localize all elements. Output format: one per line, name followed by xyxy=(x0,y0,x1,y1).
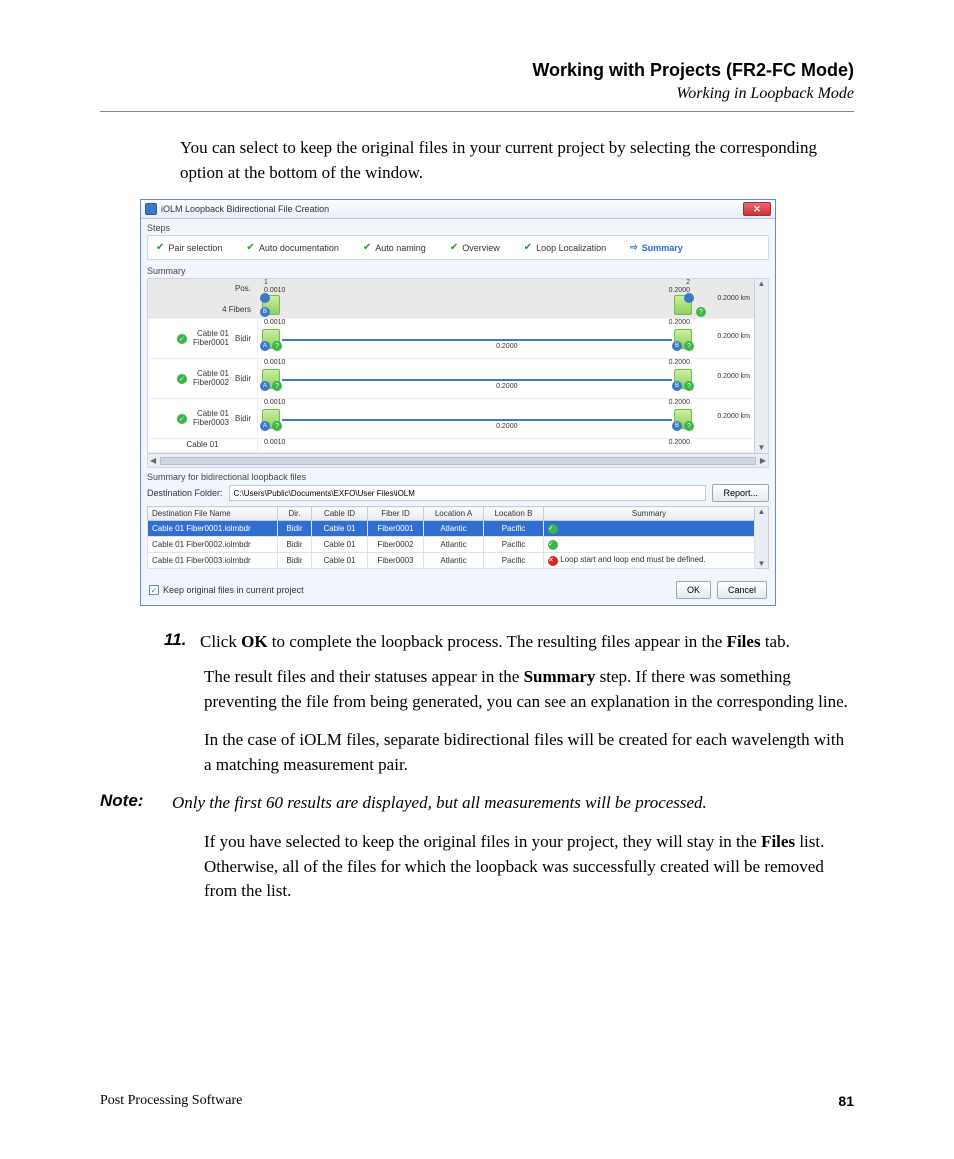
endpoint-b-icon: B xyxy=(672,421,682,431)
endpoint-a-icon: A xyxy=(260,421,270,431)
status-ok-icon: ? xyxy=(684,421,694,431)
fiber-row-label: ✓ Cable 01 Fiber0002 Bidir xyxy=(148,359,257,399)
check-icon: ✔ xyxy=(156,242,164,253)
files-table: Destination File Name Dir. Cable ID Fibe… xyxy=(147,506,755,569)
fiber-link xyxy=(282,339,672,341)
destination-folder-label: Destination Folder: xyxy=(147,488,223,498)
intro-paragraph: You can select to keep the original file… xyxy=(180,136,854,185)
section-title: Working in Loopback Mode xyxy=(100,85,854,103)
col-locb[interactable]: Location B xyxy=(484,507,544,521)
endpoint-a-icon: A xyxy=(260,381,270,391)
window-title: iOLM Loopback Bidirectional File Creatio… xyxy=(161,204,329,214)
col-filename[interactable]: Destination File Name xyxy=(148,507,278,521)
status-ok-icon: ? xyxy=(272,421,282,431)
status-ok-icon: ✓ xyxy=(177,374,187,384)
endpoint-s-icon xyxy=(684,293,694,303)
step-body: Click OK to complete the loopback proces… xyxy=(200,630,790,655)
arrow-icon: ⇨ xyxy=(630,242,638,253)
step-summary[interactable]: ⇨Summary xyxy=(630,242,683,253)
scrollbar-thumb[interactable] xyxy=(160,457,756,465)
keep-original-checkbox[interactable]: ✓ xyxy=(149,585,159,595)
status-ok-icon: ? xyxy=(272,381,282,391)
fiber-link xyxy=(282,379,672,381)
step-loop-localization[interactable]: ✔Loop Localization xyxy=(524,242,606,253)
fiber-row-label: ✓ Cable 01 Fiber0001 Bidir xyxy=(148,319,257,359)
check-icon: ✔ xyxy=(363,242,371,253)
step-paragraph: In the case of iOLM files, separate bidi… xyxy=(204,728,854,777)
status-ok-icon: ✓ xyxy=(548,524,558,534)
endpoint-b-icon: B xyxy=(672,381,682,391)
col-cable[interactable]: Cable ID xyxy=(312,507,368,521)
scroll-up-icon[interactable]: ▲ xyxy=(758,279,766,289)
scroll-right-icon[interactable]: ▶ xyxy=(760,456,766,465)
scroll-down-icon[interactable]: ▼ xyxy=(758,559,766,568)
horizontal-scrollbar[interactable]: ◀ ▶ xyxy=(148,453,768,467)
status-ok-icon: ? xyxy=(684,381,694,391)
app-icon xyxy=(145,203,157,215)
vertical-scrollbar[interactable]: ▲ ▼ xyxy=(754,279,768,453)
endpoint-b-icon: B xyxy=(672,341,682,351)
steps-group-label: Steps xyxy=(147,223,769,233)
fibers-count: 4 Fibers xyxy=(222,305,251,314)
fiber-row-label: ✓ Cable 01 Fiber0003 Bidir xyxy=(148,399,257,439)
sub-summary-label: Summary for bidirectional loopback files xyxy=(147,472,769,482)
summary-group-label: Summary xyxy=(147,266,769,276)
cancel-button[interactable]: Cancel xyxy=(717,581,767,599)
step-pair-selection[interactable]: ✔Pair selection xyxy=(156,242,222,253)
status-ok-icon: ? xyxy=(696,307,706,317)
note-body: Only the first 60 results are displayed,… xyxy=(172,791,707,816)
endpoint-a-icon: A xyxy=(260,341,270,351)
chapter-title: Working with Projects (FR2-FC Mode) xyxy=(100,60,854,81)
status-ok-icon: ? xyxy=(684,341,694,351)
check-icon: ✔ xyxy=(524,242,532,253)
close-button[interactable]: ✕ xyxy=(743,202,771,216)
table-row[interactable]: Cable 01 Fiber0001.iolmbdr Bidir Cable 0… xyxy=(148,521,755,537)
status-ok-icon: ? xyxy=(272,341,282,351)
ok-button[interactable]: OK xyxy=(676,581,711,599)
scroll-left-icon[interactable]: ◀ xyxy=(150,456,156,465)
table-row[interactable]: Cable 01 Fiber0003.iolmbdr Bidir Cable 0… xyxy=(148,553,755,569)
destination-folder-input[interactable] xyxy=(229,485,707,501)
table-row[interactable]: Cable 01 Fiber0002.iolmbdr Bidir Cable 0… xyxy=(148,537,755,553)
col-fiber[interactable]: Fiber ID xyxy=(368,507,424,521)
check-icon: ✔ xyxy=(246,242,254,253)
status-error-icon: ✕ xyxy=(548,556,558,566)
status-ok-icon: ✓ xyxy=(177,414,187,424)
window-titlebar: iOLM Loopback Bidirectional File Creatio… xyxy=(141,200,775,219)
header-rule xyxy=(100,111,854,112)
status-ok-icon: ✓ xyxy=(177,334,187,344)
fiber-link xyxy=(282,419,672,421)
fiber-row-label-partial: Cable 01 xyxy=(148,439,257,453)
body-paragraph: If you have selected to keep the origina… xyxy=(204,830,854,904)
check-icon: ✔ xyxy=(450,242,458,253)
summary-left-column: Pos. 4 Fibers ✓ Cable 01 Fiber0001 Bidir… xyxy=(148,279,258,453)
pos-label: Pos. xyxy=(235,284,251,293)
summary-panel: Pos. 4 Fibers ✓ Cable 01 Fiber0001 Bidir… xyxy=(147,278,769,468)
status-ok-icon: ✓ xyxy=(548,540,558,550)
endpoint-b-icon: B xyxy=(260,307,270,317)
note-label: Note: xyxy=(100,791,172,816)
summary-diagram: 1 2 0.0010 0.2000 ? B 0.2000 km xyxy=(258,279,754,453)
page-number: 81 xyxy=(838,1093,854,1109)
col-summary[interactable]: Summary xyxy=(544,507,755,521)
scroll-down-icon[interactable]: ▼ xyxy=(758,443,766,453)
step-paragraph: The result files and their statuses appe… xyxy=(204,665,854,714)
step-overview[interactable]: ✔Overview xyxy=(450,242,500,253)
step-number: 11. xyxy=(164,630,200,655)
col-dir[interactable]: Dir. xyxy=(278,507,312,521)
dialog-window: iOLM Loopback Bidirectional File Creatio… xyxy=(140,199,776,606)
step-auto-documentation[interactable]: ✔Auto documentation xyxy=(246,242,338,253)
scroll-up-icon[interactable]: ▲ xyxy=(758,507,766,516)
report-button[interactable]: Report... xyxy=(712,484,769,502)
step-auto-naming[interactable]: ✔Auto naming xyxy=(363,242,426,253)
col-loca[interactable]: Location A xyxy=(424,507,484,521)
keep-original-label: Keep original files in current project xyxy=(163,585,304,595)
footer-product: Post Processing Software xyxy=(100,1093,242,1109)
steps-breadcrumb: ✔Pair selection ✔Auto documentation ✔Aut… xyxy=(147,235,769,260)
table-vertical-scrollbar[interactable]: ▲ ▼ xyxy=(755,506,769,569)
